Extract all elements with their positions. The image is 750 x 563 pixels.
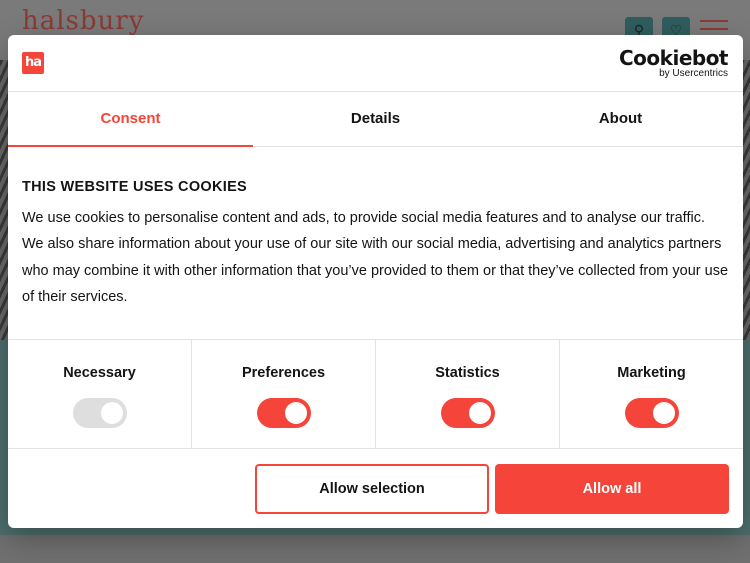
toggle-marketing: Marketing bbox=[560, 340, 743, 448]
statistics-switch[interactable] bbox=[440, 398, 495, 428]
marketing-switch[interactable] bbox=[624, 398, 679, 428]
consent-toggles: Necessary Preferences Statistics Marketi… bbox=[8, 339, 743, 449]
dialog-footer: Allow selection Allow all bbox=[8, 449, 743, 528]
tab-details[interactable]: Details bbox=[253, 92, 498, 146]
toggle-label: Statistics bbox=[435, 365, 500, 381]
site-logo[interactable]: halsbury bbox=[22, 6, 144, 36]
consent-content: THIS WEBSITE USES COOKIES We use cookies… bbox=[8, 147, 743, 339]
necessary-switch bbox=[72, 398, 127, 428]
tab-about[interactable]: About bbox=[498, 92, 743, 146]
toggle-necessary: Necessary bbox=[8, 340, 192, 448]
toggle-label: Necessary bbox=[63, 365, 136, 381]
dialog-tabs: Consent Details About bbox=[8, 92, 743, 147]
cookiebot-name: Cookiebot bbox=[619, 46, 729, 70]
consent-heading: THIS WEBSITE USES COOKIES bbox=[22, 179, 248, 195]
toggle-label: Marketing bbox=[617, 365, 686, 381]
tab-consent[interactable]: Consent bbox=[8, 92, 253, 147]
allow-selection-button[interactable]: Allow selection bbox=[255, 464, 489, 514]
allow-all-button[interactable]: Allow all bbox=[495, 464, 729, 514]
toggle-label: Preferences bbox=[241, 365, 326, 381]
site-bottom bbox=[0, 535, 750, 563]
cookie-consent-dialog: ha Cookiebot by Usercentrics Consent Det… bbox=[8, 35, 743, 528]
consent-body: We use cookies to personalise content an… bbox=[22, 210, 729, 305]
toggle-statistics: Statistics bbox=[376, 340, 560, 448]
preferences-switch[interactable] bbox=[256, 398, 311, 428]
brand-logo: ha bbox=[22, 52, 44, 74]
dialog-header: ha Cookiebot by Usercentrics bbox=[8, 35, 743, 92]
cookiebot-logo[interactable]: Cookiebot by Usercentrics bbox=[619, 46, 729, 79]
toggle-preferences: Preferences bbox=[192, 340, 376, 448]
